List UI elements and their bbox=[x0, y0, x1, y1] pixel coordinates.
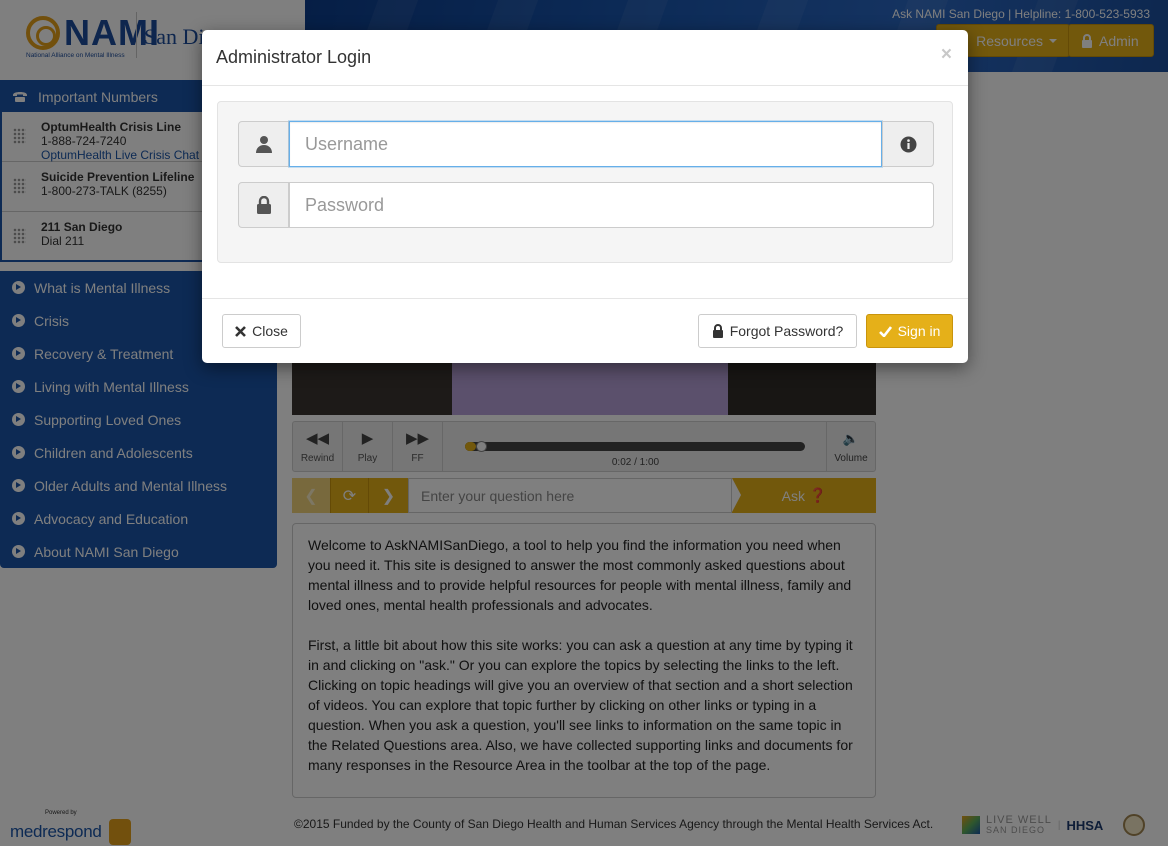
password-input[interactable] bbox=[289, 182, 934, 228]
username-group bbox=[238, 121, 934, 167]
login-form bbox=[217, 101, 953, 263]
username-info-button[interactable] bbox=[882, 121, 934, 167]
close-button[interactable]: Close bbox=[222, 314, 301, 348]
password-addon bbox=[238, 182, 289, 228]
check-icon bbox=[878, 325, 892, 337]
lock-icon bbox=[256, 196, 271, 214]
password-group bbox=[238, 182, 934, 228]
modal-footer: Close Forgot Password? Sign in bbox=[202, 298, 968, 363]
sign-in-label: Sign in bbox=[897, 323, 941, 339]
lock-icon bbox=[712, 324, 723, 338]
sign-in-button[interactable]: Sign in bbox=[866, 314, 953, 348]
user-icon bbox=[255, 136, 272, 153]
modal-header: Administrator Login × bbox=[202, 30, 968, 86]
close-label: Close bbox=[252, 323, 288, 339]
times-icon bbox=[235, 325, 247, 337]
forgot-password-label: Forgot Password? bbox=[729, 323, 844, 339]
modal-close-x-button[interactable]: × bbox=[941, 44, 952, 66]
modal-title: Administrator Login bbox=[216, 47, 372, 67]
forgot-password-button[interactable]: Forgot Password? bbox=[698, 314, 857, 348]
username-input[interactable] bbox=[289, 121, 882, 167]
username-addon bbox=[238, 121, 289, 167]
administrator-login-modal: Administrator Login × Close Forgot Pas bbox=[202, 30, 968, 363]
info-circle-icon bbox=[900, 136, 916, 152]
